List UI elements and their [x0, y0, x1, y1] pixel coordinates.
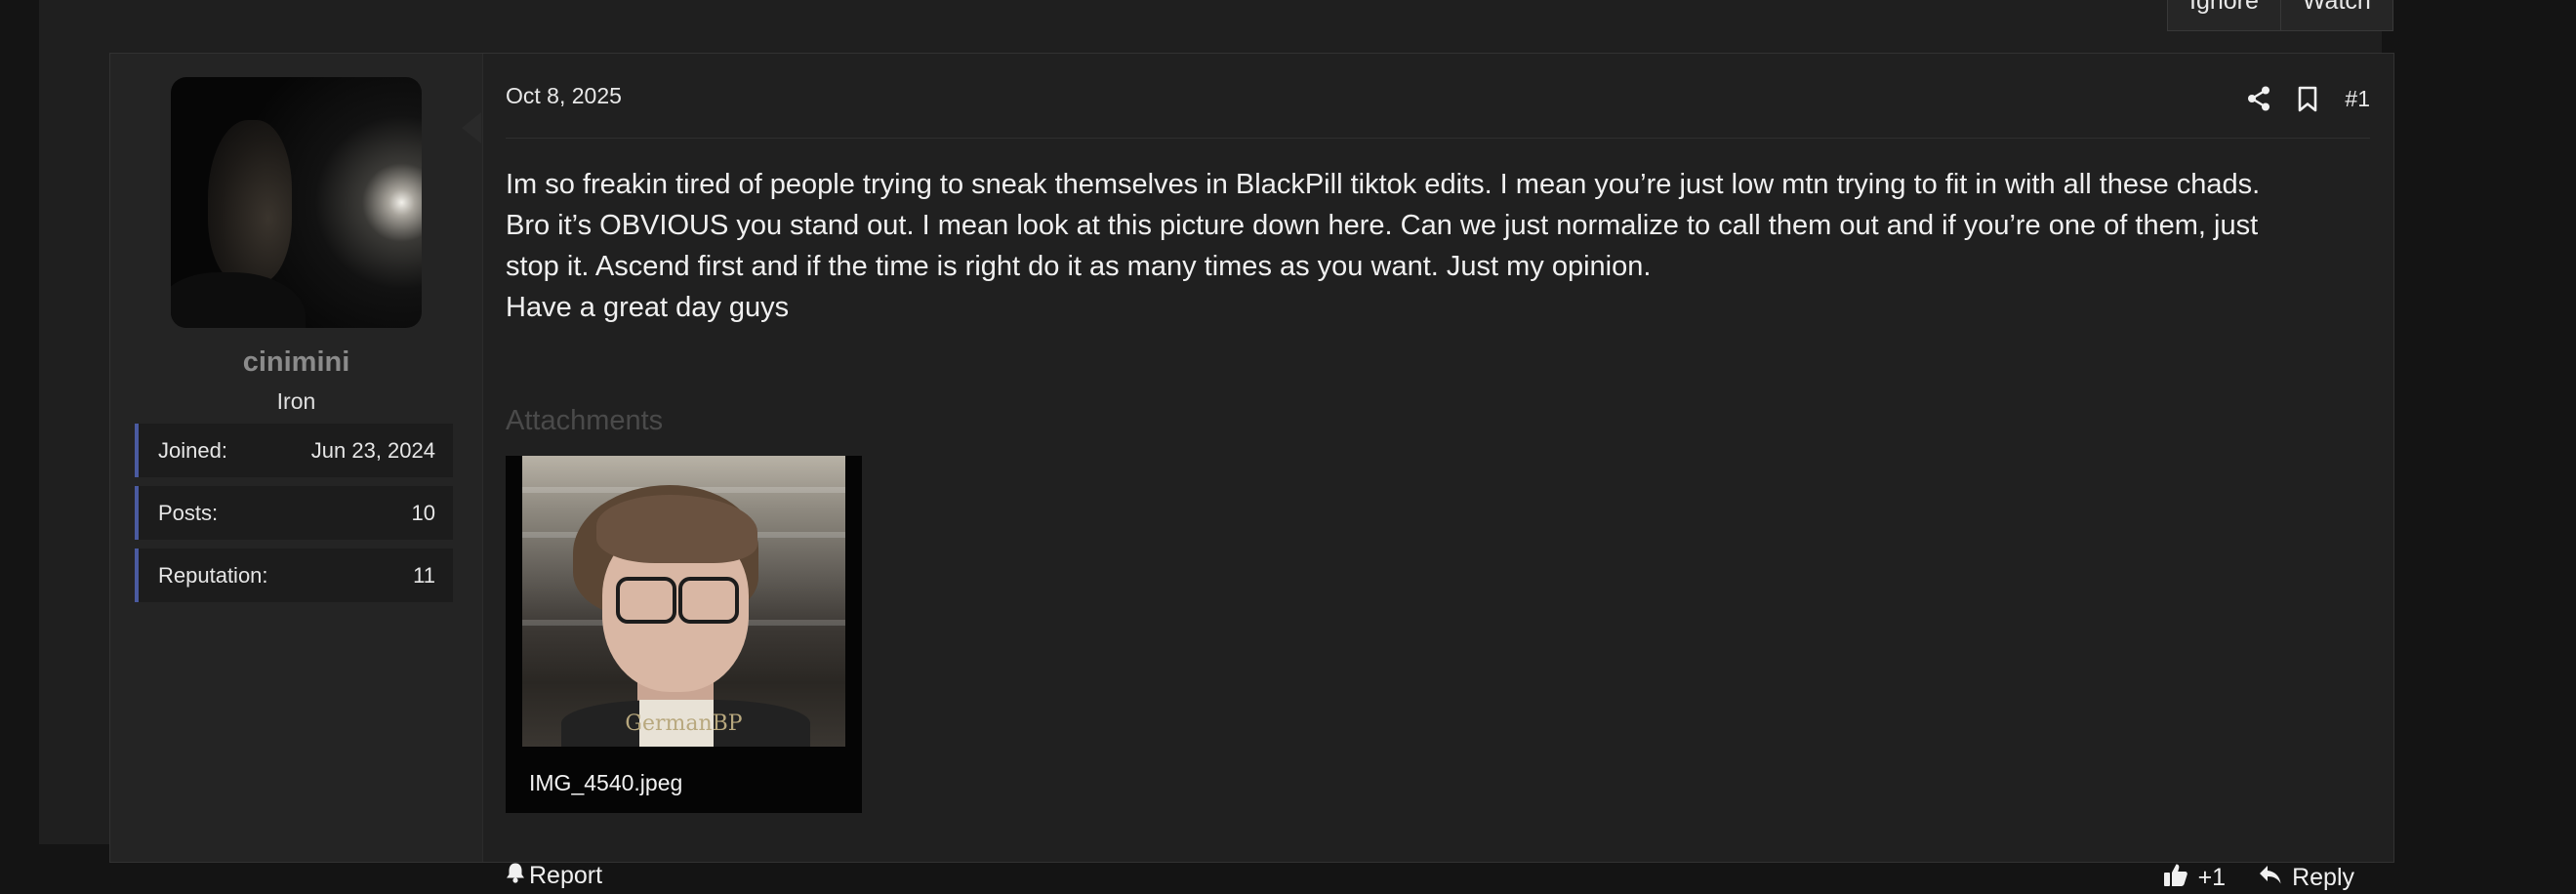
user-stats: Joined: Jun 23, 2024 Posts: 10 Reputatio… [135, 424, 453, 611]
avatar[interactable] [171, 77, 422, 328]
stat-label: Posts: [158, 500, 219, 525]
post-line: Have a great day guys [506, 292, 790, 323]
reply-label: Reply [2292, 864, 2354, 891]
attachments-heading: Attachments [506, 405, 664, 436]
image-watermark: GermanBP [625, 711, 743, 736]
header-divider [506, 138, 2370, 139]
post-header-actions: #1 [2247, 79, 2370, 118]
post-body: Im so freakin tired of people trying to … [506, 164, 2394, 328]
post-main: Oct 8, 2025 #1 Im so freakin tired of pe… [506, 54, 2370, 891]
username-link[interactable]: cinimini [110, 346, 482, 379]
stat-label: Joined: [158, 437, 227, 463]
user-info-column: cinimini Iron Joined: Jun 23, 2024 Posts… [110, 54, 483, 862]
report-link[interactable]: Report [506, 862, 602, 890]
avatar-silhouette [208, 120, 292, 284]
stat-reputation: Reputation: 11 [135, 549, 453, 602]
post-footer-actions: +1 Reply [2163, 862, 2354, 894]
forum-post: cinimini Iron Joined: Jun 23, 2024 Posts… [109, 53, 2394, 891]
bookmark-icon[interactable] [2298, 86, 2317, 112]
reply-arrow-icon [2259, 864, 2282, 892]
watch-button[interactable]: Watch [2280, 0, 2393, 31]
attachment-card[interactable]: GermanBP IMG_4540.jpeg [506, 456, 862, 813]
post-number-link[interactable]: #1 [2345, 86, 2370, 112]
attachment-filename[interactable]: IMG_4540.jpeg [529, 770, 682, 796]
page-container: Ignore Watch cinimini Iron Joined: Jun 2… [39, 0, 2394, 891]
post-line: Bro it’s OBVIOUS you stand out. I mean l… [506, 210, 2259, 241]
glasses-right-lens [678, 577, 739, 624]
reaction-count: +1 [2197, 864, 2227, 891]
share-icon[interactable] [2247, 86, 2270, 111]
like-button[interactable]: +1 [2163, 862, 2227, 894]
stat-posts: Posts: 10 [135, 486, 453, 540]
report-label: Report [529, 862, 603, 889]
user-title: Iron [276, 388, 316, 414]
post-pointer-arrow [462, 112, 481, 143]
reply-button[interactable]: Reply [2259, 864, 2354, 892]
stat-value: Jun 23, 2024 [310, 437, 435, 463]
stat-value: 11 [413, 562, 435, 588]
thumbs-up-icon [2163, 862, 2188, 894]
stat-joined: Joined: Jun 23, 2024 [135, 424, 453, 477]
thread-action-buttons: Ignore Watch [2167, 0, 2393, 31]
attachment-thumbnail[interactable]: GermanBP [522, 456, 845, 747]
bell-icon [506, 862, 525, 890]
stat-value: 10 [411, 500, 435, 525]
stat-label: Reputation: [158, 562, 268, 588]
post-line: Im so freakin tired of people trying to … [506, 169, 2261, 200]
glasses-left-lens [616, 577, 676, 624]
ignore-button[interactable]: Ignore [2167, 0, 2281, 31]
avatar-shoulder [171, 272, 306, 328]
post-line: stop it. Ascend first and if the time is… [506, 251, 1652, 282]
post-date-link[interactable]: Oct 8, 2025 [506, 83, 622, 109]
